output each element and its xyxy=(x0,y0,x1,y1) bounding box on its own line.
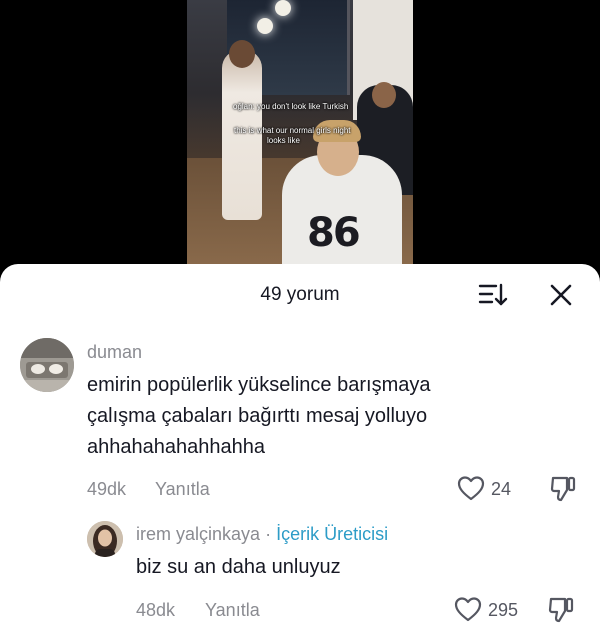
like-count: 295 xyxy=(488,600,519,620)
comment-timestamp: 49dk xyxy=(87,479,127,499)
comments-count-title: 49 yorum xyxy=(260,284,340,305)
video-caption: looks like xyxy=(267,136,300,145)
heart-icon[interactable] xyxy=(454,596,482,622)
video-person-dancing xyxy=(222,50,262,220)
dislike-icon[interactable] xyxy=(548,596,574,624)
reply-button[interactable]: Yanıtla xyxy=(205,600,260,621)
comment-username[interactable]: duman xyxy=(87,342,142,363)
video-frame[interactable]: 86 oğlan: you don't look like Turkish th… xyxy=(187,0,413,268)
video-lamp xyxy=(257,18,273,34)
close-icon[interactable] xyxy=(548,282,574,308)
sort-icon[interactable] xyxy=(478,282,508,308)
heart-icon[interactable] xyxy=(457,475,485,501)
dislike-icon[interactable] xyxy=(550,475,576,503)
comment-text: emirin popülerlik yükselince barışmaya ç… xyxy=(87,370,557,463)
reply-button[interactable]: Yanıtla xyxy=(155,479,210,500)
video-person-head xyxy=(229,40,255,68)
comment-username[interactable]: irem yalçinkaya · İçerik Üreticisi xyxy=(136,524,388,545)
comments-sheet: 49 yorum duman emirin popülerlik yükseli… xyxy=(0,264,600,624)
video-lamp xyxy=(275,0,291,16)
creator-badge: İçerik Üreticisi xyxy=(276,524,389,544)
like-count: 24 xyxy=(491,479,512,499)
video-caption: oğlan: you don't look like Turkish xyxy=(233,102,349,111)
comment-timestamp: 48dk xyxy=(136,600,176,620)
jersey-number: 86 xyxy=(307,210,361,256)
video-player[interactable]: 86 oğlan: you don't look like Turkish th… xyxy=(0,0,600,268)
video-person-head xyxy=(372,82,396,108)
video-caption: this is what our normal girls night xyxy=(234,126,351,135)
comment-line: çalışma çabaları bağırttı mesaj yolluyo xyxy=(87,405,428,427)
comment-line: emirin popülerlik yükselince barışmaya xyxy=(87,374,431,396)
separator-dot: · xyxy=(265,524,272,544)
comment-text: biz su an daha unluyuz xyxy=(136,556,341,578)
comment-line: ahhahahahahhahha xyxy=(87,436,265,458)
avatar[interactable] xyxy=(20,338,74,392)
avatar[interactable] xyxy=(87,521,123,557)
username-text[interactable]: irem yalçinkaya xyxy=(136,524,260,544)
